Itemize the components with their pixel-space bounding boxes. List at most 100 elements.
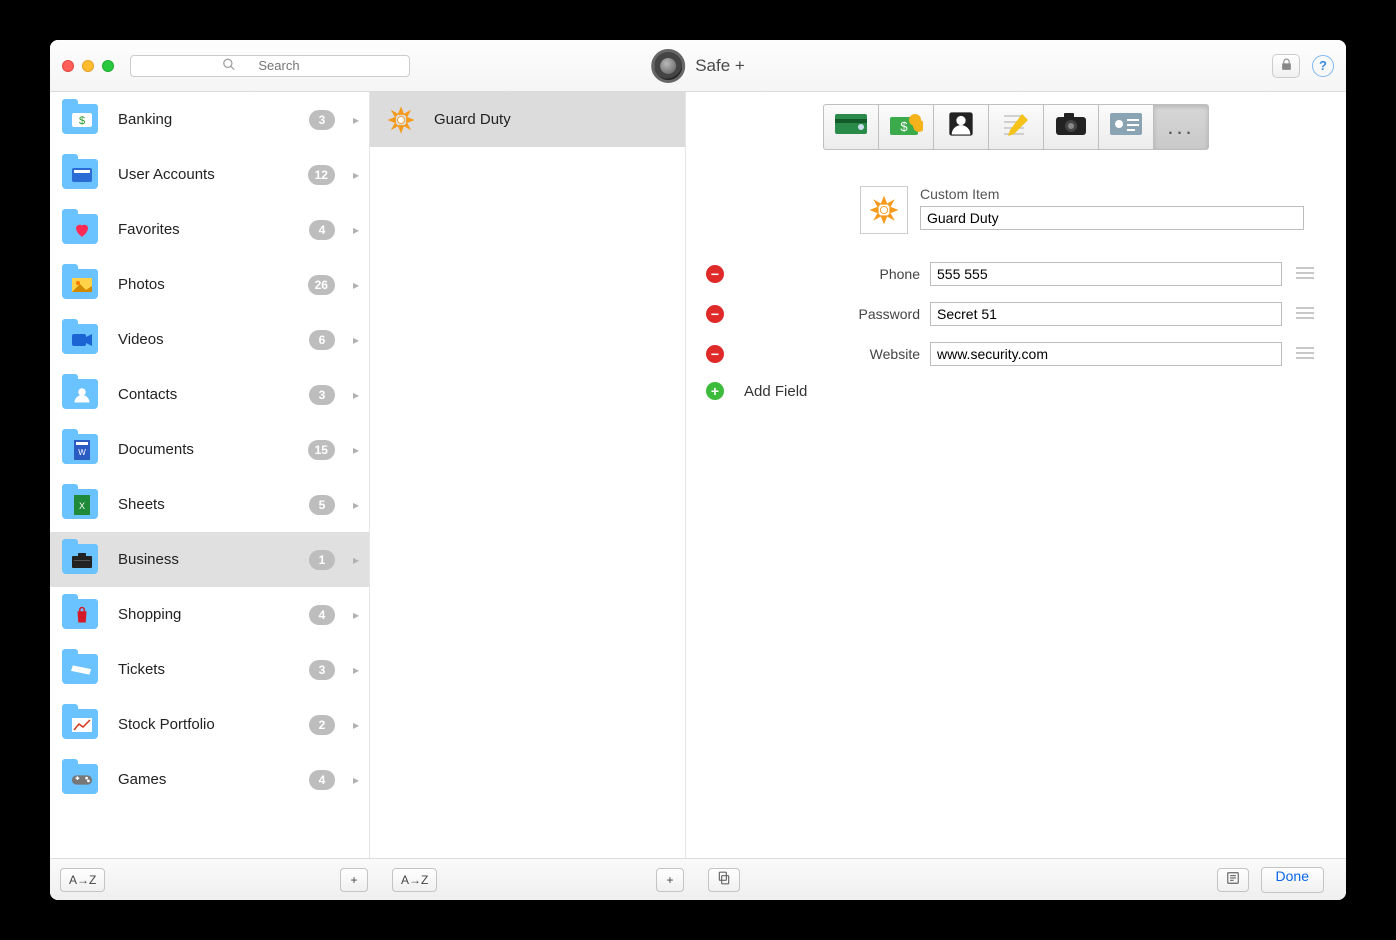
svg-text:$: $ bbox=[900, 119, 908, 134]
category-sidebar: $Banking3▸User Accounts12▸Favorites4▸Pho… bbox=[50, 92, 370, 858]
remove-field-button[interactable]: − bbox=[706, 305, 724, 323]
add-field-icon: + bbox=[706, 382, 724, 400]
svg-text:$: $ bbox=[79, 115, 85, 127]
done-button[interactable]: Done bbox=[1261, 867, 1324, 893]
item-header: Custom Item bbox=[860, 186, 1328, 234]
sidebar-item-label: Contacts bbox=[118, 386, 295, 403]
sidebar-item-label: Videos bbox=[118, 331, 295, 348]
itemlist-sort-button[interactable]: A→Z bbox=[392, 868, 437, 892]
minimize-window-button[interactable] bbox=[82, 60, 94, 72]
detail-pane: $... Custom Item −Phone−Password−Website… bbox=[686, 92, 1346, 858]
item-row-label: Guard Duty bbox=[434, 111, 511, 128]
item-row-guard-duty[interactable]: Guard Duty bbox=[370, 92, 685, 147]
sidebar-item-business[interactable]: Business1▸ bbox=[50, 532, 369, 587]
sidebar-item-count: 4 bbox=[309, 770, 335, 790]
drag-handle-icon[interactable] bbox=[1296, 267, 1314, 282]
type-note-button[interactable] bbox=[988, 104, 1044, 150]
close-window-button[interactable] bbox=[62, 60, 74, 72]
contact-icon bbox=[946, 110, 976, 144]
titlebar: Safe + ? bbox=[50, 40, 1346, 92]
chevron-right-icon: ▸ bbox=[353, 168, 359, 182]
item-type-label: Custom Item bbox=[920, 186, 1328, 202]
type-id-card-button[interactable] bbox=[1098, 104, 1154, 150]
remove-field-button[interactable]: − bbox=[706, 345, 724, 363]
folder-icon: W bbox=[60, 432, 104, 468]
sidebar-add-button[interactable]: + bbox=[340, 868, 368, 892]
sidebar-item-videos[interactable]: Videos6▸ bbox=[50, 312, 369, 367]
sidebar-item-contacts[interactable]: Contacts3▸ bbox=[50, 367, 369, 422]
sidebar-item-documents[interactable]: WDocuments15▸ bbox=[50, 422, 369, 477]
item-icon[interactable] bbox=[860, 186, 908, 234]
field-value-input[interactable] bbox=[930, 302, 1282, 326]
sidebar-item-label: Shopping bbox=[118, 606, 295, 623]
drag-handle-icon[interactable] bbox=[1296, 307, 1314, 322]
sidebar-item-count: 3 bbox=[309, 660, 335, 680]
folder-icon: X bbox=[60, 487, 104, 523]
field-value-input[interactable] bbox=[930, 262, 1282, 286]
sidebar-item-count: 2 bbox=[309, 715, 335, 735]
add-field-row[interactable]: + Add Field bbox=[704, 382, 1328, 400]
drag-handle-icon[interactable] bbox=[1296, 347, 1314, 362]
chevron-right-icon: ▸ bbox=[353, 663, 359, 677]
asterisk-icon bbox=[384, 103, 418, 137]
more-icon: ... bbox=[1167, 114, 1194, 140]
folder-icon: $ bbox=[60, 102, 104, 138]
sidebar-item-sheets[interactable]: X Sheets 5 ▸ bbox=[50, 477, 369, 532]
type-more-button[interactable]: ... bbox=[1153, 104, 1209, 150]
item-name-input[interactable] bbox=[920, 206, 1304, 230]
sidebar-item-label: Favorites bbox=[118, 221, 295, 238]
field-row-password: −Password bbox=[704, 302, 1328, 326]
chevron-right-icon: ▸ bbox=[353, 113, 359, 127]
sidebar-item-stock-portfolio[interactable]: Stock Portfolio2▸ bbox=[50, 697, 369, 752]
sidebar-item-count: 12 bbox=[308, 165, 335, 185]
sidebar-item-label: Stock Portfolio bbox=[118, 716, 295, 733]
sidebar-item-favorites[interactable]: Favorites4▸ bbox=[50, 202, 369, 257]
type-credit-card-button[interactable] bbox=[823, 104, 879, 150]
titlebar-right: ? bbox=[1272, 54, 1334, 78]
note-icon bbox=[1002, 110, 1030, 144]
lock-button[interactable] bbox=[1272, 54, 1300, 78]
field-row-website: −Website bbox=[704, 342, 1328, 366]
field-label[interactable]: Website bbox=[734, 346, 920, 362]
sidebar-item-count: 3 bbox=[309, 110, 335, 130]
item-list: Guard Duty bbox=[370, 92, 686, 858]
main-body: $Banking3▸User Accounts12▸Favorites4▸Pho… bbox=[50, 92, 1346, 858]
copy-button[interactable] bbox=[708, 868, 740, 892]
type-cash-button[interactable]: $ bbox=[878, 104, 934, 150]
type-contact-button[interactable] bbox=[933, 104, 989, 150]
folder-icon bbox=[60, 542, 104, 578]
sidebar-item-count: 5 bbox=[309, 495, 335, 515]
type-photo-button[interactable] bbox=[1043, 104, 1099, 150]
sidebar-item-count: 26 bbox=[308, 275, 335, 295]
zoom-window-button[interactable] bbox=[102, 60, 114, 72]
id-card-icon bbox=[1109, 112, 1143, 142]
sidebar-item-count: 4 bbox=[309, 220, 335, 240]
sidebar-item-user-accounts[interactable]: User Accounts12▸ bbox=[50, 147, 369, 202]
sidebar-item-shopping[interactable]: Shopping4▸ bbox=[50, 587, 369, 642]
itemlist-add-button[interactable]: + bbox=[656, 868, 684, 892]
chevron-right-icon: ▸ bbox=[353, 498, 359, 512]
traffic-lights bbox=[62, 60, 114, 72]
help-button[interactable]: ? bbox=[1312, 55, 1334, 77]
folder-icon bbox=[60, 377, 104, 413]
form-button[interactable] bbox=[1217, 868, 1249, 892]
sidebar-item-games[interactable]: Games4▸ bbox=[50, 752, 369, 807]
chevron-right-icon: ▸ bbox=[353, 773, 359, 787]
folder-icon bbox=[60, 762, 104, 798]
sidebar-sort-button[interactable]: A→Z bbox=[60, 868, 105, 892]
field-row-phone: −Phone bbox=[704, 262, 1328, 286]
item-type-toolbar: $... bbox=[704, 104, 1328, 150]
sidebar-item-photos[interactable]: Photos26▸ bbox=[50, 257, 369, 312]
field-label[interactable]: Password bbox=[734, 306, 920, 322]
field-value-input[interactable] bbox=[930, 342, 1282, 366]
sidebar-item-count: 3 bbox=[309, 385, 335, 405]
sidebar-item-tickets[interactable]: Tickets3▸ bbox=[50, 642, 369, 697]
sidebar-item-banking[interactable]: $Banking3▸ bbox=[50, 92, 369, 147]
search-input[interactable] bbox=[130, 55, 410, 77]
field-label[interactable]: Phone bbox=[734, 266, 920, 282]
field-list: −Phone−Password−Website bbox=[704, 262, 1328, 366]
folder-icon bbox=[60, 707, 104, 743]
footer-toolbar: A→Z + A→Z + Done bbox=[50, 858, 1346, 900]
remove-field-button[interactable]: − bbox=[706, 265, 724, 283]
sidebar-item-label: Sheets bbox=[118, 496, 295, 513]
